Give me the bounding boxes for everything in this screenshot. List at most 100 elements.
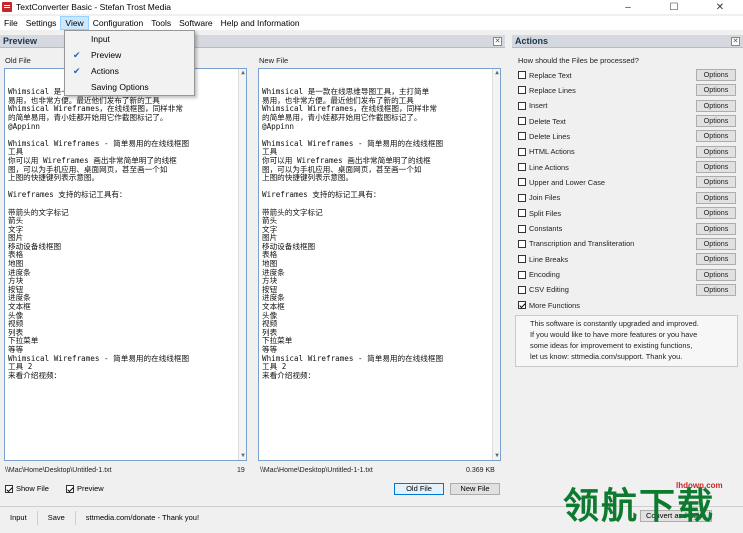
options-button[interactable]: Options: [696, 69, 736, 81]
action-row[interactable]: Join Files Options: [518, 191, 736, 205]
input-tab[interactable]: Input: [0, 510, 38, 525]
close-button[interactable]: ✕: [697, 0, 743, 14]
action-label: Constants: [529, 224, 563, 233]
action-row[interactable]: Line Breaks Options: [518, 252, 736, 266]
action-row[interactable]: Split Files Options: [518, 206, 736, 220]
options-button[interactable]: Options: [696, 283, 736, 296]
action-row[interactable]: HTML Actions Options: [518, 145, 736, 159]
new-file-button[interactable]: New File: [450, 483, 500, 495]
scroll-up-icon[interactable]: ▲: [493, 69, 500, 77]
action-checkbox[interactable]: [518, 71, 526, 79]
action-row[interactable]: Replace Text Options: [518, 68, 736, 82]
save-tab[interactable]: Save: [38, 510, 76, 525]
text-line: 下拉菜单: [8, 336, 39, 346]
menu-configuration[interactable]: Configuration: [89, 16, 148, 30]
action-row[interactable]: Transcription and Transliteration Options: [518, 237, 736, 251]
action-row[interactable]: Encoding Options: [518, 268, 736, 282]
action-row[interactable]: Replace Lines Options: [518, 83, 736, 97]
action-more-functions[interactable]: More Functions: [518, 298, 736, 312]
action-row[interactable]: Line Actions Options: [518, 160, 736, 174]
view-menu-item[interactable]: Saving Options: [65, 79, 194, 95]
options-button[interactable]: Options: [696, 145, 736, 158]
actions-title: Actions: [515, 36, 549, 46]
action-checkbox[interactable]: [518, 132, 526, 141]
view-menu-item[interactable]: ✔ Actions: [65, 63, 194, 79]
show-file-checkbox[interactable]: Show File: [5, 484, 49, 493]
scroll-down-icon[interactable]: ▼: [239, 452, 246, 460]
options-button[interactable]: Options: [696, 268, 736, 281]
old-file-button[interactable]: Old File: [394, 483, 444, 495]
new-file-textarea[interactable]: Whimsical 是一款在线思维导图工具，主打简单 易用，也非常方便。最近他们发…: [258, 68, 501, 461]
info-box: This software is constantly upgraded and…: [515, 315, 738, 367]
action-checkbox[interactable]: [518, 147, 526, 156]
action-checkbox[interactable]: [518, 101, 526, 110]
menu-settings[interactable]: Settings: [22, 16, 61, 30]
text-line: 来看介绍视频：: [8, 370, 62, 380]
action-label: Line Actions: [529, 162, 569, 172]
close-actions-icon[interactable]: ✕: [731, 37, 740, 46]
options-button[interactable]: Options: [696, 130, 736, 143]
action-checkbox[interactable]: [518, 178, 526, 187]
more-functions-checkbox[interactable]: [518, 301, 526, 309]
options-button[interactable]: Options: [696, 222, 736, 235]
action-checkbox[interactable]: [518, 163, 526, 172]
action-checkbox[interactable]: [518, 193, 526, 202]
action-row[interactable]: CSV Editing Options: [518, 283, 736, 297]
preview-checkbox[interactable]: Preview: [66, 484, 104, 493]
checkmark-icon: ✔: [73, 66, 81, 76]
old-file-label: Old File: [5, 56, 31, 65]
action-checkbox[interactable]: [518, 86, 526, 95]
old-file-textarea[interactable]: Whimsical 是一款在线思维导图工具，主打简单易用，也非常方便。最近他们发…: [4, 68, 247, 461]
action-row[interactable]: Upper and Lower Case Options: [518, 175, 736, 189]
action-checkbox[interactable]: [518, 209, 526, 218]
scroll-down-icon[interactable]: ▼: [493, 452, 500, 460]
actions-header: Actions ✕: [512, 35, 743, 48]
action-checkbox[interactable]: [518, 270, 526, 279]
options-button[interactable]: Options: [696, 191, 736, 204]
options-button[interactable]: Options: [696, 253, 736, 266]
action-row[interactable]: Constants Options: [518, 222, 736, 236]
menu-tools[interactable]: Tools: [147, 16, 175, 30]
menu-view[interactable]: View: [60, 16, 89, 30]
view-menu-item[interactable]: Input: [65, 31, 194, 47]
text-line: 表格: [262, 250, 278, 260]
options-button[interactable]: Options: [696, 207, 736, 220]
action-checkbox[interactable]: [518, 285, 526, 294]
donate-link[interactable]: sttmedia.com/donate - Thank you!: [76, 511, 209, 525]
scroll-up-icon[interactable]: ▲: [239, 69, 246, 77]
menu-software[interactable]: Software: [175, 16, 217, 30]
minimize-button[interactable]: –: [605, 0, 651, 14]
checkbox-box[interactable]: [66, 484, 74, 493]
action-label: Delete Text: [529, 116, 566, 126]
action-row[interactable]: Delete Lines Options: [518, 129, 736, 143]
new-file-label: New File: [259, 56, 289, 65]
old-file-scrollbar[interactable]: ▲ ▼: [238, 69, 246, 460]
action-label: Replace Lines: [529, 85, 576, 95]
view-menu-item[interactable]: ✔ Preview: [65, 47, 194, 63]
action-checkbox[interactable]: [518, 117, 526, 126]
action-checkbox[interactable]: [518, 239, 526, 248]
actions-question: How should the Files be processed?: [518, 56, 639, 65]
view-menu-label: Input: [91, 34, 110, 44]
action-checkbox[interactable]: [518, 255, 526, 264]
options-button[interactable]: Options: [696, 176, 736, 189]
new-file-scrollbar[interactable]: ▲ ▼: [492, 69, 500, 460]
text-line: 上图的快捷键列表示意图。: [8, 173, 100, 183]
action-row[interactable]: Delete Text Options: [518, 114, 736, 128]
checkbox-box[interactable]: [5, 484, 13, 493]
maximize-button[interactable]: ☐: [651, 0, 697, 14]
text-line: 列表: [262, 327, 278, 337]
options-button[interactable]: Options: [696, 115, 736, 128]
options-button[interactable]: Options: [696, 161, 736, 174]
view-dropdown-menu: Input ✔ Preview ✔ Actions Saving Options: [64, 30, 195, 96]
options-button[interactable]: Options: [696, 237, 736, 250]
action-row[interactable]: Insert Options: [518, 99, 736, 113]
action-checkbox[interactable]: [518, 224, 526, 233]
menu-help[interactable]: Help and Information: [217, 16, 304, 30]
close-preview-icon[interactable]: ✕: [493, 37, 502, 46]
options-button[interactable]: Options: [696, 84, 736, 97]
text-line: 头像: [262, 310, 278, 320]
menu-file[interactable]: File: [0, 16, 22, 30]
text-line: 头像: [8, 310, 24, 320]
options-button[interactable]: Options: [696, 99, 736, 112]
